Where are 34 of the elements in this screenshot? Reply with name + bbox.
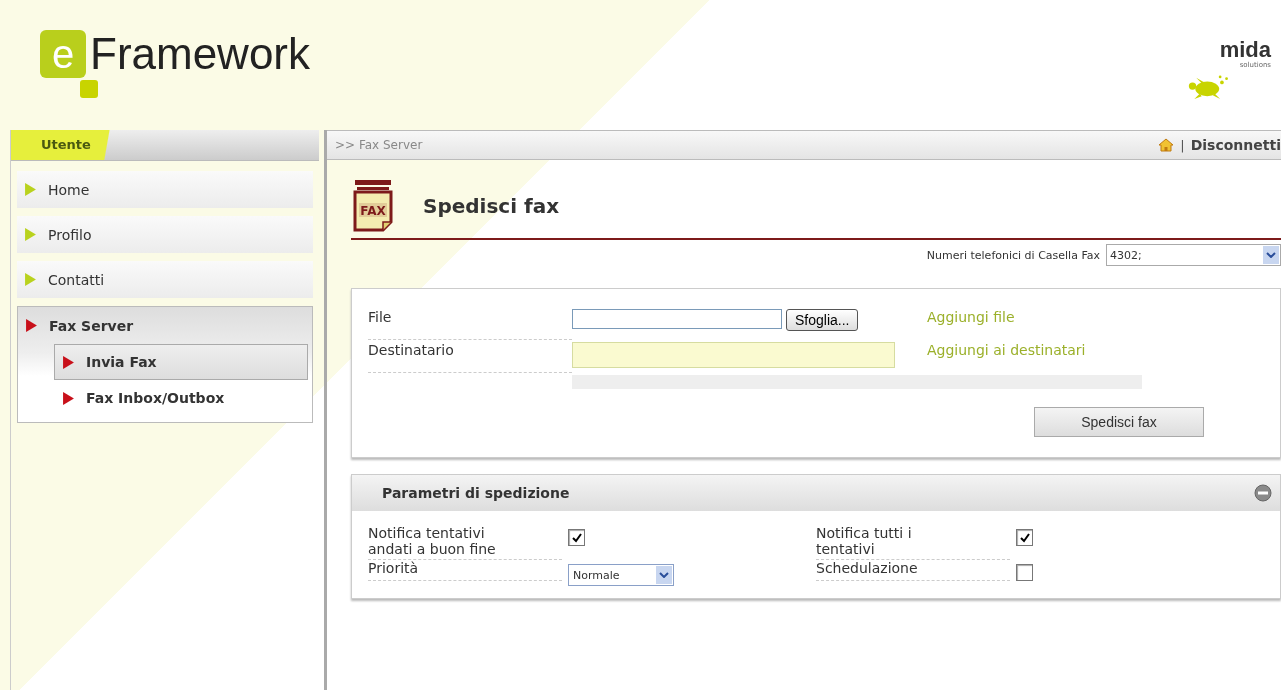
send-fax-button[interactable]: Spedisci fax [1034, 407, 1204, 437]
checkbox[interactable] [568, 529, 585, 546]
sidebar-item[interactable]: Fax Server [18, 307, 312, 344]
home-icon[interactable] [1158, 137, 1175, 153]
mailbox-select[interactable]: 4302; [1106, 244, 1281, 266]
checkbox[interactable] [1016, 529, 1033, 546]
eframework-logo: e Framework [40, 29, 311, 101]
checkbox[interactable] [1016, 564, 1033, 581]
file-input-field[interactable] [572, 309, 782, 329]
page-title: Spedisci fax [423, 194, 560, 218]
parameter-label: Notifica tutti i tentativi [816, 525, 1010, 560]
breadcrumb: >> Fax Server [335, 138, 423, 152]
sidebar-item[interactable]: Profilo [17, 216, 313, 253]
triangle-icon [25, 228, 36, 241]
parameter-label: Priorità [368, 560, 562, 581]
parameter-label: Schedulazione [816, 560, 1010, 581]
logout-link[interactable]: Disconnetti [1190, 137, 1281, 153]
triangle-icon [25, 273, 36, 286]
parameter-label: Notifica tentativi andati a buon fine [368, 525, 562, 560]
browse-button[interactable]: Sfoglia... [786, 309, 859, 331]
panel-title: Parametri di spedizione [382, 485, 570, 501]
sidebar-subitem[interactable]: Invia Fax [54, 344, 308, 380]
triangle-icon [26, 319, 37, 332]
mailbox-label: Numeri telefonici di Casella Fax [926, 248, 1100, 262]
recipient-input-field[interactable] [572, 342, 895, 368]
triangle-icon [63, 391, 74, 405]
collapse-icon[interactable] [1254, 484, 1272, 502]
triangle-icon [25, 183, 36, 196]
separator: | [1180, 137, 1185, 153]
sidebar-subitem[interactable]: Fax Inbox/Outbox [54, 380, 308, 416]
sidebar-item[interactable]: Home [17, 171, 313, 208]
priority-select[interactable]: Normale [568, 564, 674, 586]
sidebar-item[interactable]: Contatti [17, 261, 313, 298]
triangle-icon [63, 355, 74, 369]
